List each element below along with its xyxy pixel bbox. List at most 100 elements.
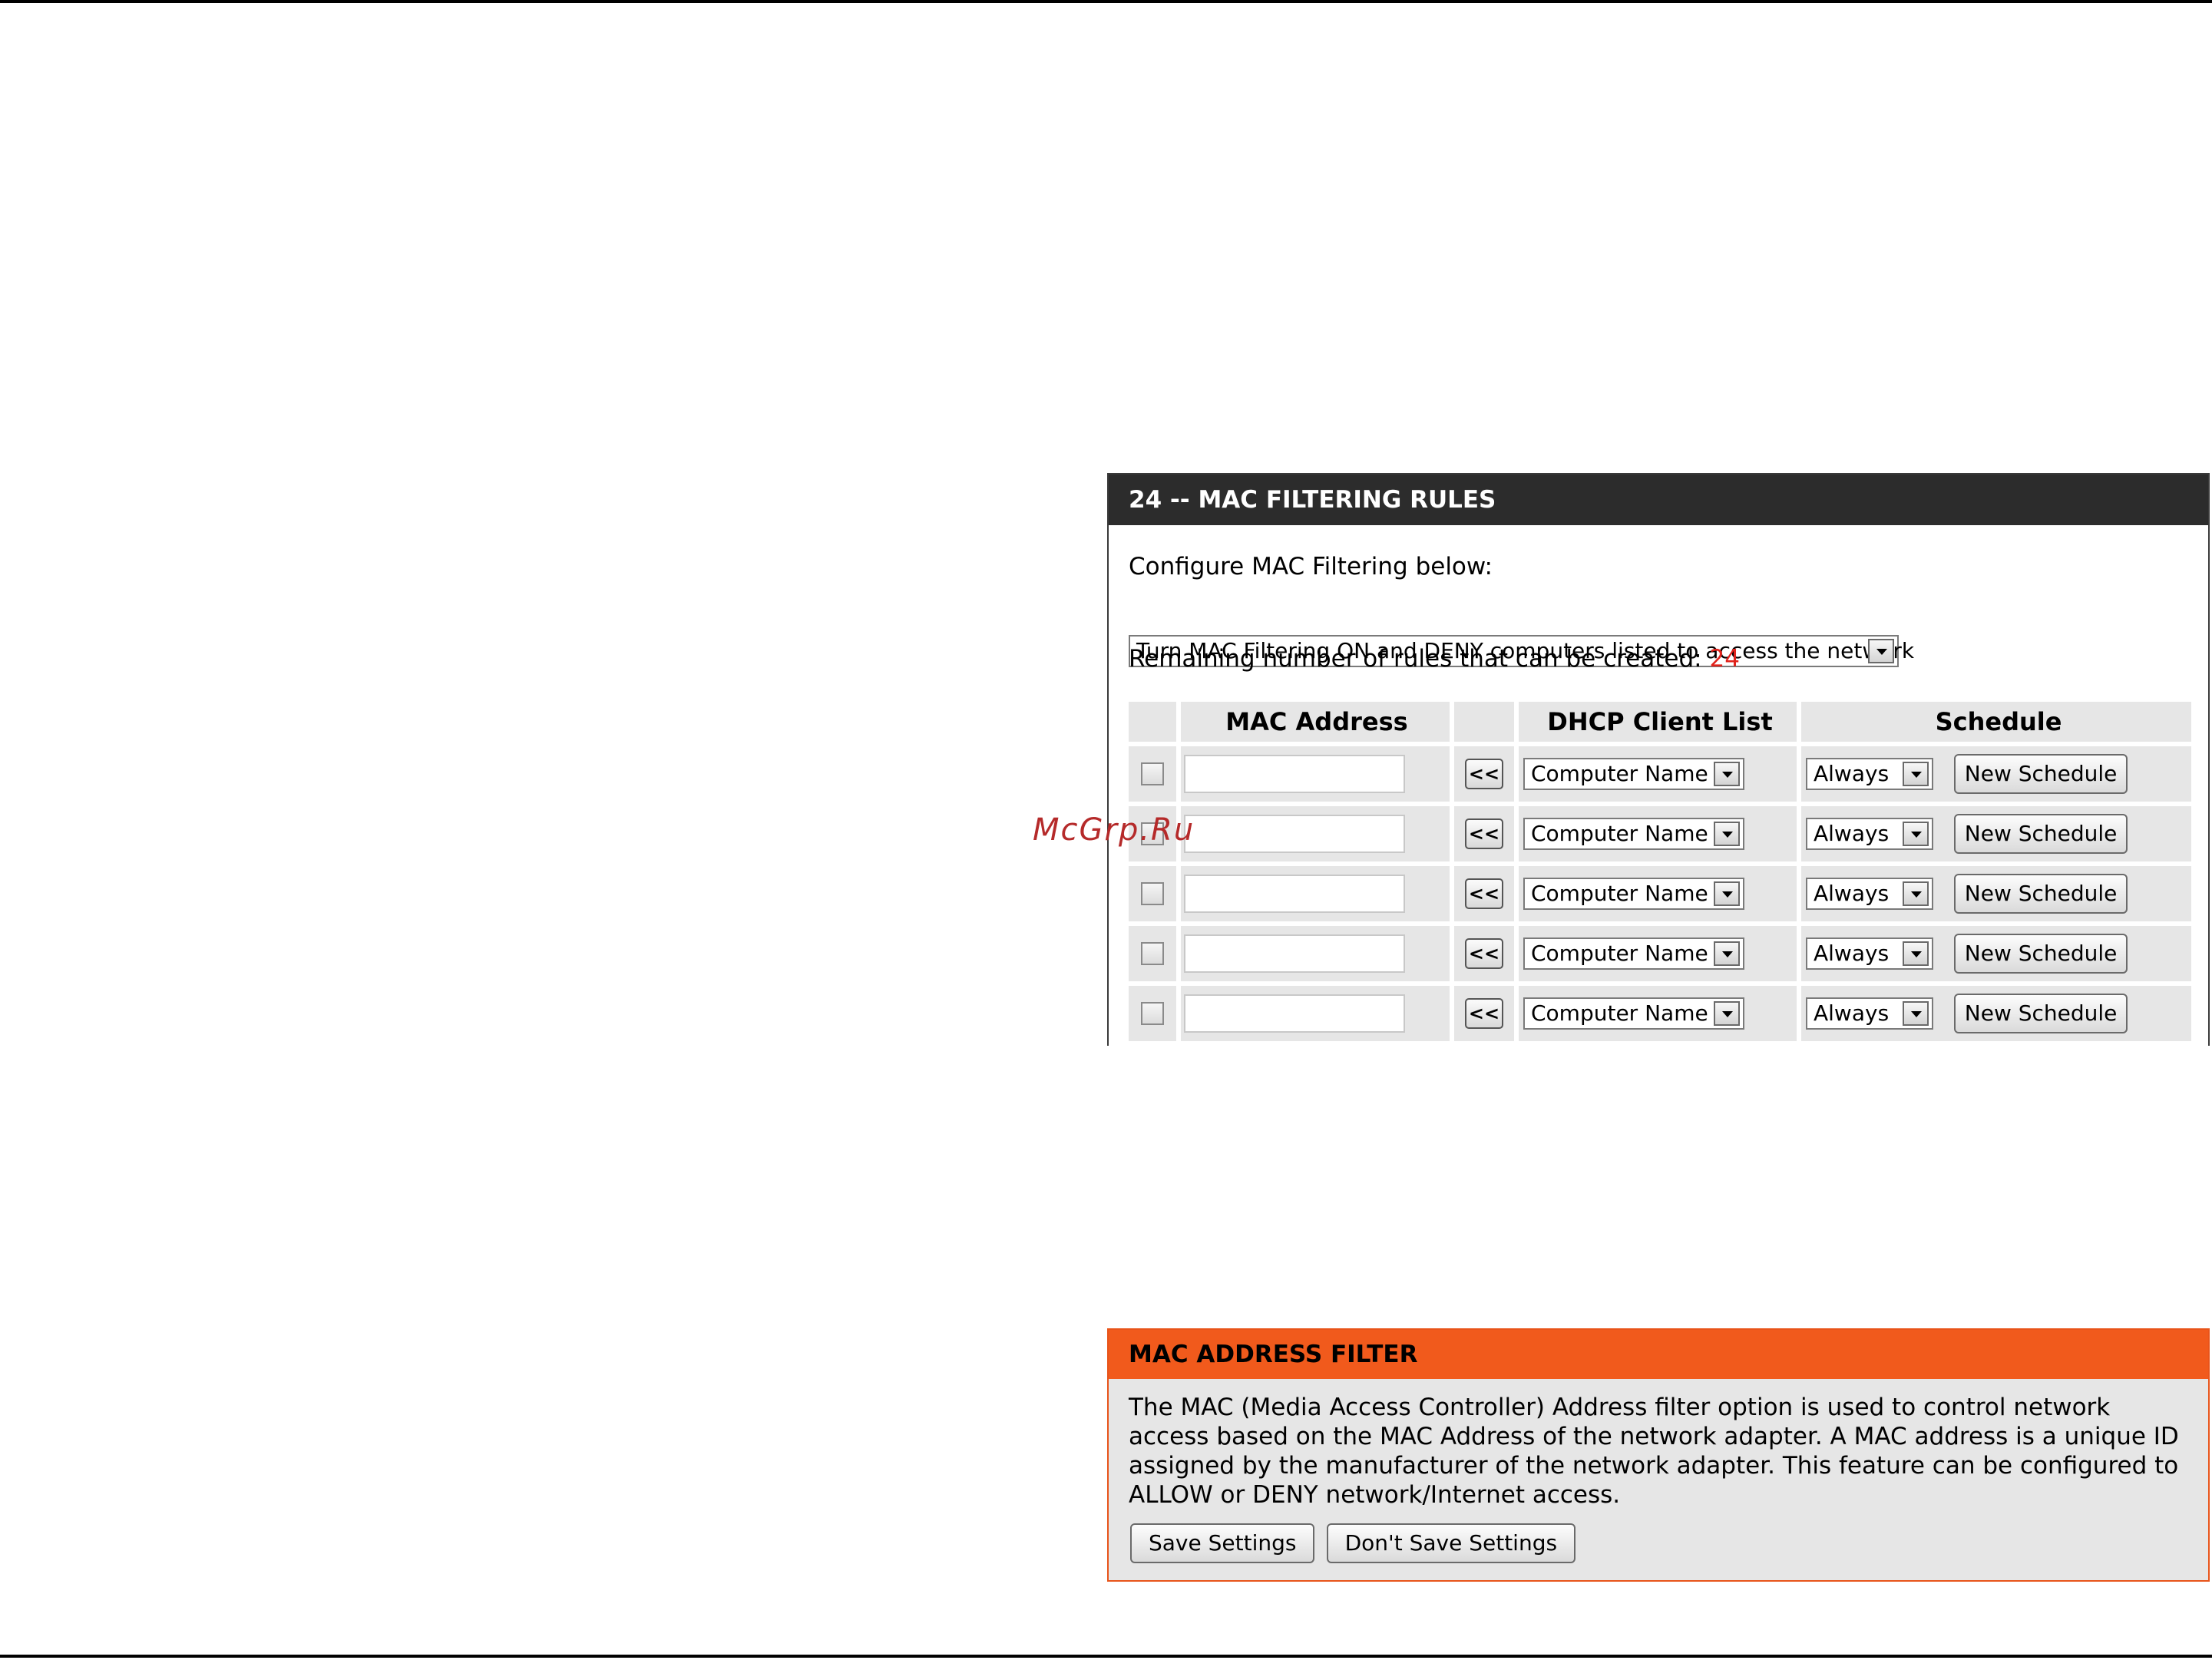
mac-address-input[interactable] bbox=[1184, 875, 1405, 913]
row-copy-cell: << bbox=[1454, 866, 1514, 921]
checkbox-icon[interactable] bbox=[1141, 882, 1164, 905]
dropdown-arrow-icon[interactable] bbox=[1903, 822, 1929, 846]
mac-address-input[interactable] bbox=[1184, 815, 1405, 853]
schedule-value: Always bbox=[1814, 761, 1890, 786]
mac-address-input[interactable] bbox=[1184, 934, 1405, 973]
remaining-label: Remaining number of rules that can be cr… bbox=[1129, 645, 1702, 673]
dropdown-arrow-icon[interactable] bbox=[1714, 822, 1740, 846]
row-copy-cell: << bbox=[1454, 926, 1514, 981]
schedule-select[interactable]: Always bbox=[1806, 878, 1933, 910]
row-schedule-cell: Always New Schedule bbox=[1801, 806, 2191, 861]
table-row: << Computer Name Always New Schedule bbox=[1129, 866, 2191, 921]
row-mac-cell bbox=[1181, 926, 1450, 981]
remaining-rules: Remaining number of rules that can be cr… bbox=[1129, 645, 1740, 673]
row-check-cell bbox=[1129, 746, 1176, 802]
mac-address-input[interactable] bbox=[1184, 994, 1405, 1033]
header-mac-address: MAC Address bbox=[1181, 702, 1450, 742]
row-mac-cell bbox=[1181, 746, 1450, 802]
new-schedule-button[interactable]: New Schedule bbox=[1954, 934, 2128, 974]
new-schedule-button[interactable]: New Schedule bbox=[1954, 754, 2128, 794]
schedule-select[interactable]: Always bbox=[1806, 937, 1933, 970]
schedule-value: Always bbox=[1814, 821, 1890, 846]
dhcp-client-select[interactable]: Computer Name bbox=[1523, 997, 1744, 1030]
table-row: << Computer Name Always New Schedule bbox=[1129, 986, 2191, 1041]
checkbox-icon[interactable] bbox=[1141, 942, 1164, 965]
dhcp-client-select[interactable]: Computer Name bbox=[1523, 758, 1744, 790]
row-copy-cell: << bbox=[1454, 986, 1514, 1041]
new-schedule-button[interactable]: New Schedule bbox=[1954, 814, 2128, 854]
row-mac-cell bbox=[1181, 806, 1450, 861]
dropdown-arrow-icon[interactable] bbox=[1714, 762, 1740, 786]
dropdown-arrow-icon[interactable] bbox=[1903, 941, 1929, 966]
dhcp-client-value: Computer Name bbox=[1531, 881, 1708, 906]
dropdown-arrow-icon[interactable] bbox=[1714, 941, 1740, 966]
panel-title: 24 -- MAC FILTERING RULES bbox=[1109, 475, 2208, 525]
row-copy-cell: << bbox=[1454, 806, 1514, 861]
table-row: << Computer Name Always New Schedule bbox=[1129, 806, 2191, 861]
dhcp-client-select[interactable]: Computer Name bbox=[1523, 818, 1744, 850]
copy-mac-button[interactable]: << bbox=[1465, 938, 1503, 969]
dhcp-client-select[interactable]: Computer Name bbox=[1523, 878, 1744, 910]
dhcp-client-value: Computer Name bbox=[1531, 1000, 1708, 1026]
header-schedule: Schedule bbox=[1801, 702, 2191, 742]
dropdown-arrow-icon[interactable] bbox=[1903, 881, 1929, 906]
row-dhcp-cell: Computer Name bbox=[1519, 746, 1797, 802]
watermark: McGrp.Ru bbox=[1033, 812, 1195, 848]
row-dhcp-cell: Computer Name bbox=[1519, 986, 1797, 1041]
dropdown-arrow-icon[interactable] bbox=[1714, 1001, 1740, 1026]
remaining-count: 24 bbox=[1709, 645, 1740, 673]
row-check-cell bbox=[1129, 866, 1176, 921]
dropdown-arrow-icon[interactable] bbox=[1868, 639, 1894, 663]
mac-address-input[interactable] bbox=[1184, 755, 1405, 793]
dhcp-client-value: Computer Name bbox=[1531, 761, 1708, 786]
rules-table: MAC Address DHCP Client List Schedule <<… bbox=[1124, 697, 2196, 1046]
dhcp-client-value: Computer Name bbox=[1531, 821, 1708, 846]
checkbox-icon[interactable] bbox=[1141, 1002, 1164, 1025]
row-mac-cell bbox=[1181, 986, 1450, 1041]
filter-panel-title: MAC ADDRESS FILTER bbox=[1109, 1330, 2208, 1379]
row-schedule-cell: Always New Schedule bbox=[1801, 866, 2191, 921]
schedule-select[interactable]: Always bbox=[1806, 997, 1933, 1030]
row-check-cell bbox=[1129, 986, 1176, 1041]
configure-label: Configure MAC Filtering below: bbox=[1129, 553, 1493, 580]
copy-mac-button[interactable]: << bbox=[1465, 998, 1503, 1029]
schedule-select[interactable]: Always bbox=[1806, 758, 1933, 790]
schedule-value: Always bbox=[1814, 1000, 1890, 1026]
dhcp-client-select[interactable]: Computer Name bbox=[1523, 937, 1744, 970]
table-header-row: MAC Address DHCP Client List Schedule bbox=[1129, 702, 2191, 742]
schedule-value: Always bbox=[1814, 941, 1890, 966]
top-border-line bbox=[0, 0, 2212, 3]
new-schedule-button[interactable]: New Schedule bbox=[1954, 994, 2128, 1033]
dhcp-client-value: Computer Name bbox=[1531, 941, 1708, 966]
row-dhcp-cell: Computer Name bbox=[1519, 926, 1797, 981]
mac-filtering-rules-panel: 24 -- MAC FILTERING RULES Configure MAC … bbox=[1107, 473, 2210, 1046]
dropdown-arrow-icon[interactable] bbox=[1903, 762, 1929, 786]
checkbox-icon[interactable] bbox=[1141, 762, 1164, 785]
row-mac-cell bbox=[1181, 866, 1450, 921]
table-row: << Computer Name Always New Schedule bbox=[1129, 746, 2191, 802]
row-dhcp-cell: Computer Name bbox=[1519, 806, 1797, 861]
row-copy-cell: << bbox=[1454, 746, 1514, 802]
bottom-border-line bbox=[0, 1655, 2212, 1658]
copy-mac-button[interactable]: << bbox=[1465, 878, 1503, 909]
copy-mac-button[interactable]: << bbox=[1465, 759, 1503, 789]
row-schedule-cell: Always New Schedule bbox=[1801, 986, 2191, 1041]
save-buttons-row: Save Settings Don't Save Settings bbox=[1130, 1523, 1583, 1563]
schedule-select[interactable]: Always bbox=[1806, 818, 1933, 850]
row-schedule-cell: Always New Schedule bbox=[1801, 746, 2191, 802]
header-check-cell bbox=[1129, 702, 1176, 742]
filter-description: The MAC (Media Access Controller) Addres… bbox=[1129, 1394, 2179, 1509]
schedule-value: Always bbox=[1814, 881, 1890, 906]
table-row: << Computer Name Always New Schedule bbox=[1129, 926, 2191, 981]
row-schedule-cell: Always New Schedule bbox=[1801, 926, 2191, 981]
dropdown-arrow-icon[interactable] bbox=[1714, 881, 1740, 906]
header-dhcp-client-list: DHCP Client List bbox=[1519, 702, 1797, 742]
save-settings-button[interactable]: Save Settings bbox=[1130, 1523, 1315, 1563]
row-check-cell bbox=[1129, 926, 1176, 981]
mac-address-filter-panel: MAC ADDRESS FILTER The MAC (Media Access… bbox=[1107, 1328, 2210, 1582]
dropdown-arrow-icon[interactable] bbox=[1903, 1001, 1929, 1026]
copy-mac-button[interactable]: << bbox=[1465, 818, 1503, 849]
header-copy-cell bbox=[1454, 702, 1514, 742]
new-schedule-button[interactable]: New Schedule bbox=[1954, 874, 2128, 914]
dont-save-settings-button[interactable]: Don't Save Settings bbox=[1326, 1523, 1576, 1563]
